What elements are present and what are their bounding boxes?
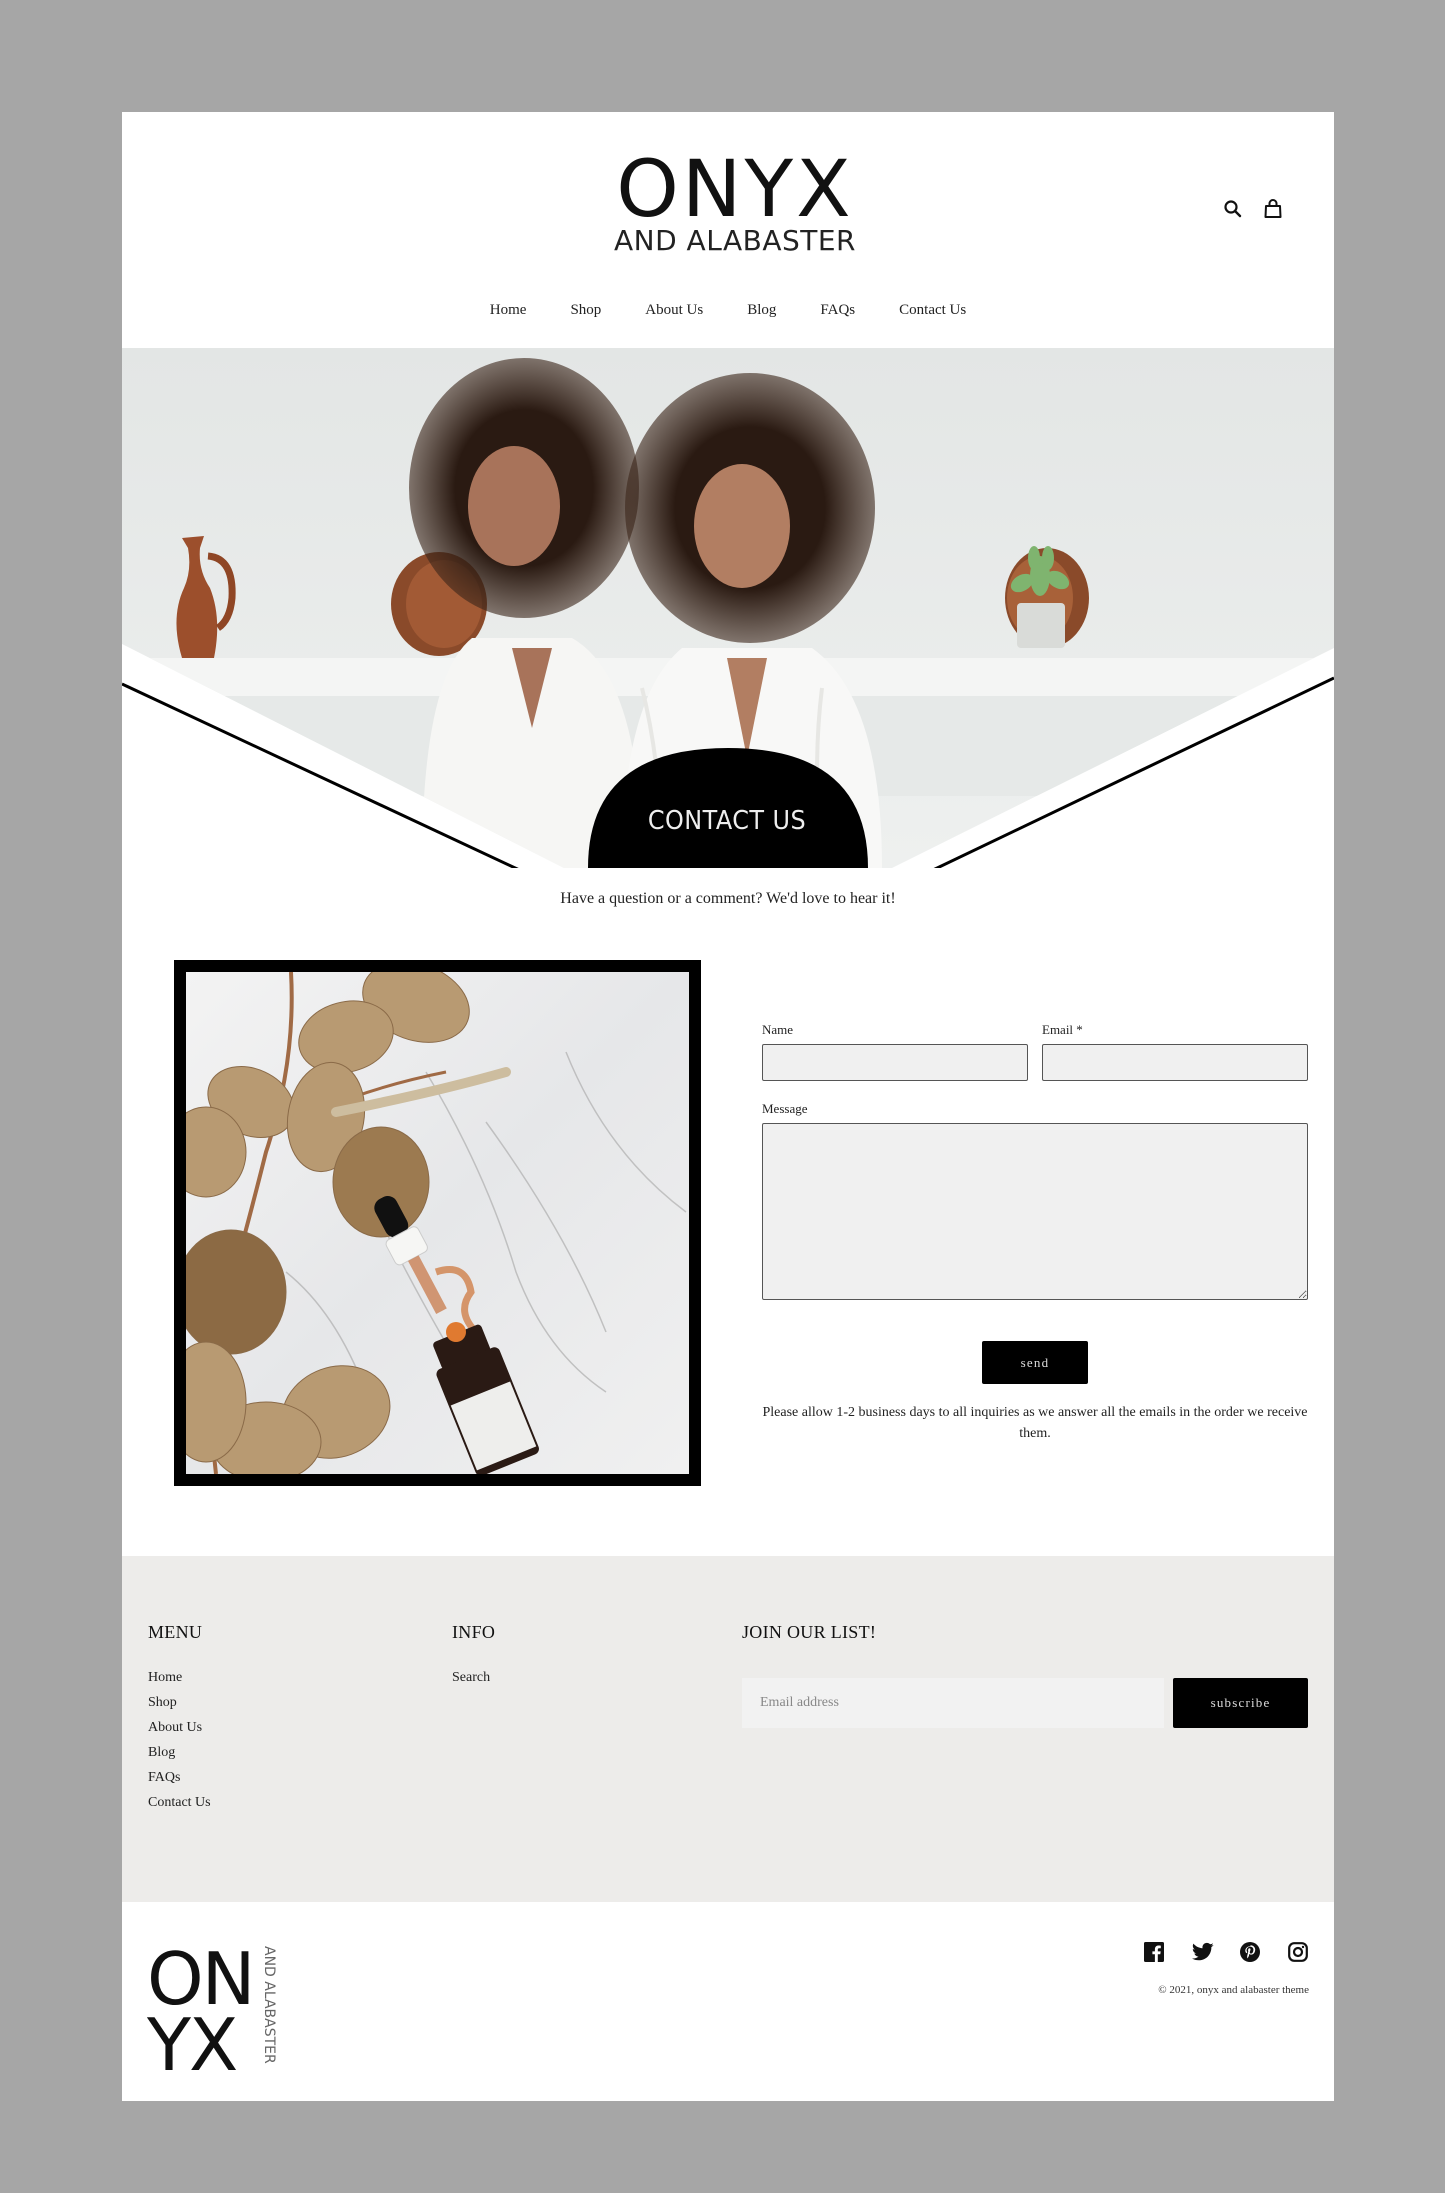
newsletter-email-input[interactable] <box>742 1678 1165 1728</box>
footer-link-about-us[interactable]: About Us <box>148 1715 211 1740</box>
nav-home[interactable]: Home <box>490 302 527 319</box>
instagram-icon[interactable] <box>1288 1942 1310 1964</box>
footer-logo-side: AND ALABASTER <box>261 1946 277 2064</box>
newsletter-heading: JOIN OUR LIST! <box>742 1622 877 1642</box>
footer-link-faqs[interactable]: FAQs <box>148 1765 211 1790</box>
footer-link-shop[interactable]: Shop <box>148 1690 211 1715</box>
footer-info-column: INFO Search <box>452 1622 495 1690</box>
message-label: Message <box>762 1101 808 1116</box>
footer-link-home[interactable]: Home <box>148 1665 211 1690</box>
footer-menu-column: MENU Home Shop About Us Blog FAQs Contac… <box>148 1622 211 1815</box>
email-field-group: Email * <box>1042 1022 1308 1081</box>
footer-links-section: MENU Home Shop About Us Blog FAQs Contac… <box>122 1556 1334 1902</box>
social-links <box>1144 1942 1310 1964</box>
facebook-icon[interactable] <box>1144 1942 1166 1964</box>
name-label: Name <box>762 1022 794 1037</box>
site-header: ONYX AND ALABASTER Home Shop About Us Bl… <box>122 112 1334 348</box>
feature-image <box>186 972 689 1474</box>
feature-image-frame <box>174 960 701 1486</box>
logo-main-text: ONYX <box>616 145 854 235</box>
newsletter-form: subscribe <box>742 1678 1308 1728</box>
nav-contact-us[interactable]: Contact Us <box>899 302 966 319</box>
name-email-row: Name Email * <box>762 1022 1308 1081</box>
search-icon[interactable] <box>1222 198 1244 220</box>
pinterest-icon[interactable] <box>1240 1942 1262 1964</box>
hero-image <box>122 348 1334 868</box>
response-time-note: Please allow 1-2 business days to all in… <box>762 1405 1308 1441</box>
message-textarea[interactable] <box>762 1123 1308 1300</box>
twitter-icon[interactable] <box>1191 1942 1214 1964</box>
nav-about-us[interactable]: About Us <box>645 302 703 319</box>
send-button[interactable]: send <box>982 1341 1088 1384</box>
name-input[interactable] <box>762 1044 1028 1081</box>
email-input[interactable] <box>1042 1044 1308 1081</box>
shopping-bag-icon[interactable] <box>1262 198 1284 220</box>
footer-link-search[interactable]: Search <box>452 1665 495 1690</box>
footer-link-blog[interactable]: Blog <box>148 1740 211 1765</box>
nav-faqs[interactable]: FAQs <box>820 302 855 319</box>
header-actions <box>1222 198 1284 220</box>
footer-info-heading: INFO <box>452 1622 496 1642</box>
footer-logo[interactable]: ON YX AND ALABASTER <box>146 1937 297 2087</box>
footer-bottom-bar: ON YX AND ALABASTER © 2021, onyx and ala… <box>122 1902 1334 2101</box>
page-title: CONTACT US <box>647 806 807 836</box>
contact-form: Name Email * Message send Please allow 1… <box>762 1022 1308 1444</box>
intro-text: Have a question or a comment? We'd love … <box>560 890 896 907</box>
footer-newsletter-column: JOIN OUR LIST! <box>742 1622 876 1665</box>
nav-shop[interactable]: Shop <box>570 302 601 319</box>
footer-link-contact-us[interactable]: Contact Us <box>148 1790 211 1815</box>
hero-banner: CONTACT US <box>122 348 1334 868</box>
page: ONYX AND ALABASTER Home Shop About Us Bl… <box>122 112 1334 2101</box>
nav-blog[interactable]: Blog <box>747 302 776 319</box>
email-label: Email * <box>1042 1022 1083 1037</box>
footer-logo-bottom: YX <box>147 2003 237 2072</box>
name-field-group: Name <box>762 1022 1028 1081</box>
main-nav: Home Shop About Us Blog FAQs Contact Us <box>122 302 1334 319</box>
message-field-group: Message <box>762 1101 1308 1305</box>
subscribe-button[interactable]: subscribe <box>1173 1678 1308 1728</box>
footer-menu-heading: MENU <box>148 1622 203 1642</box>
brand-logo[interactable]: ONYX AND ALABASTER <box>610 145 860 256</box>
copyright-text: © 2021, onyx and alabaster theme <box>1158 1984 1309 1996</box>
